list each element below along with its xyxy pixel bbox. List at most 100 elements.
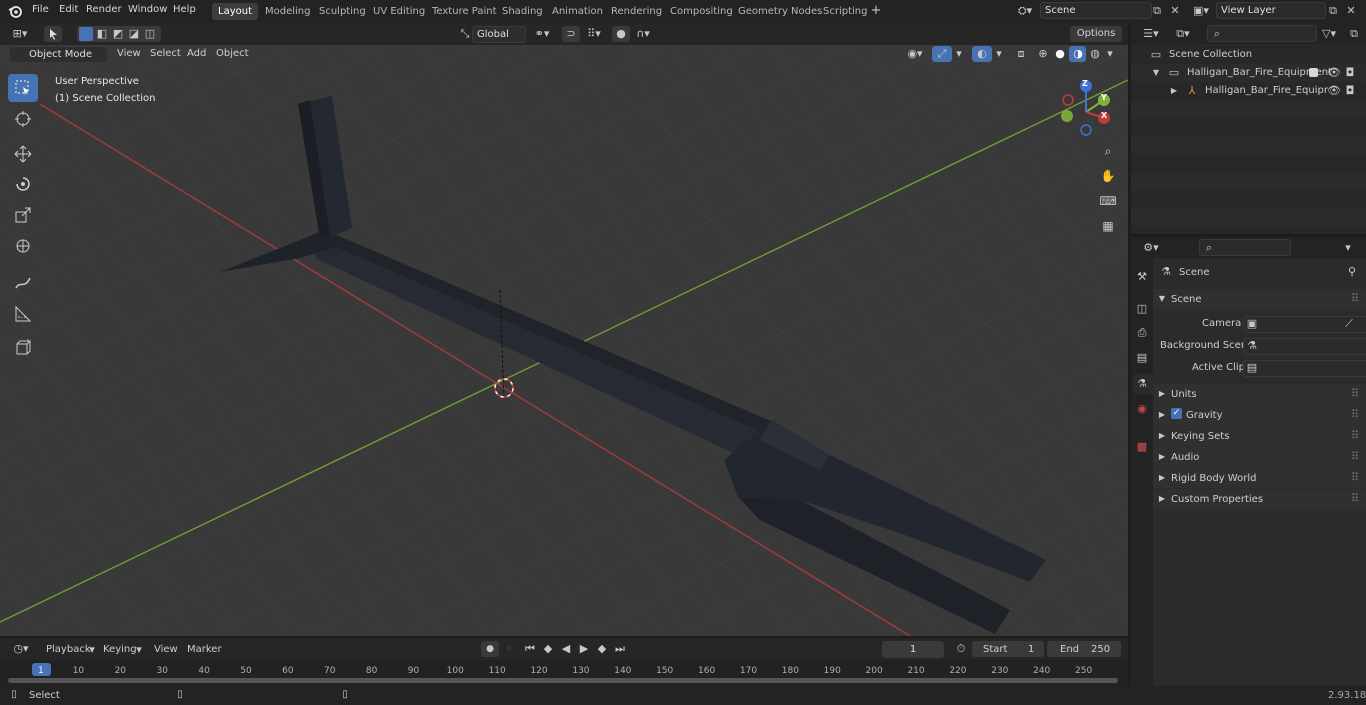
new-collection-icon[interactable]: ⧉ [1347, 27, 1361, 41]
menu-window[interactable]: Window [128, 4, 167, 15]
background-scene-field[interactable] [1243, 338, 1366, 355]
shading-rendered-icon[interactable]: ◍ [1088, 47, 1102, 61]
menu-timeline-view[interactable]: View [154, 644, 178, 655]
stopwatch-icon[interactable]: ⏱ [954, 642, 968, 656]
gravity-panel-header[interactable]: ▶ ✓ Gravity ⠿ [1153, 405, 1366, 425]
menu-render[interactable]: Render [86, 4, 122, 15]
scene-name-field[interactable]: Scene [1040, 2, 1152, 19]
select-mode-intersect-icon[interactable]: ◫ [143, 27, 157, 41]
output-tab-icon[interactable]: ⎙ [1135, 326, 1149, 340]
drag-handle-icon[interactable]: ⠿ [1349, 429, 1361, 443]
play-icon[interactable]: ▶ [576, 642, 592, 656]
properties-editor-type-icon[interactable]: ⚙▾ [1139, 241, 1163, 255]
delete-scene-icon[interactable]: ✕ [1168, 4, 1182, 18]
outliner-filter-icon[interactable]: ▽▾ [1317, 27, 1341, 41]
texture-tab-icon[interactable]: ▩ [1135, 440, 1149, 454]
gizmo-dropdown-icon[interactable]: ▾ [954, 47, 964, 61]
overlay-dropdown-icon[interactable]: ▾ [994, 47, 1004, 61]
tab-texture-paint[interactable]: Texture Paint [426, 3, 503, 20]
3d-viewport[interactable]: User Perspective (1) Scene Collection Z … [0, 44, 1128, 636]
select-mode-new-icon[interactable] [79, 27, 93, 41]
tab-scripting[interactable]: Scripting [817, 3, 873, 20]
tab-modeling[interactable]: Modeling [259, 3, 317, 20]
object-mode-select[interactable]: Object Mode [9, 46, 108, 63]
object-visibility-eye-icon[interactable]: 👁 [1327, 84, 1341, 98]
expand-collection-icon[interactable]: ▼ [1151, 66, 1161, 80]
outliner-row-scene-collection[interactable]: ▭ Scene Collection [1131, 46, 1366, 64]
timeline-editor-type-icon[interactable]: ◷▾ [8, 642, 34, 656]
select-mode-extend-icon[interactable]: ◧ [95, 27, 109, 41]
playback-dropdown-icon[interactable]: ▾ [87, 643, 97, 657]
shading-solid-icon[interactable]: ● [1053, 47, 1067, 61]
tab-geometry-nodes[interactable]: Geometry Nodes [732, 3, 828, 20]
scene-selector-icon[interactable]: ⛭▾ [1014, 4, 1036, 18]
menu-file[interactable]: File [32, 4, 49, 15]
view-layer-selector-icon[interactable]: ▣▾ [1190, 4, 1212, 18]
outliner-display-mode-icon[interactable]: ⧉▾ [1171, 27, 1195, 41]
falloff-icon[interactable]: ∩▾ [632, 27, 654, 41]
tab-shading[interactable]: Shading [496, 3, 549, 20]
menu-select[interactable]: Select [150, 48, 181, 59]
select-box-tool[interactable] [8, 74, 38, 102]
menu-add[interactable]: Add [187, 48, 206, 59]
collection-render-camera-icon[interactable]: ◘ [1343, 66, 1357, 80]
camera-view-icon[interactable]: ⌨ [1098, 194, 1118, 208]
shading-dropdown-icon[interactable]: ▾ [1105, 47, 1115, 61]
select-mode-invert-icon[interactable]: ◪ [127, 27, 141, 41]
transform-orientation-select[interactable]: Global [472, 26, 526, 43]
add-workspace-icon[interactable]: + [870, 4, 882, 18]
transform-tool[interactable] [8, 232, 38, 260]
perspective-toggle-icon[interactable]: ▦ [1098, 219, 1118, 233]
pin-icon[interactable]: ⚲ [1345, 265, 1359, 279]
keying-dropdown-icon[interactable]: ▾ [134, 643, 144, 657]
drag-handle-icon[interactable]: ⠿ [1349, 471, 1361, 485]
tab-compositing[interactable]: Compositing [664, 3, 739, 20]
options-button[interactable]: Options [1070, 26, 1122, 42]
drag-handle-icon[interactable]: ⠿ [1349, 450, 1361, 464]
keying-set-dropdown-icon[interactable]: ◦ [502, 642, 516, 656]
menu-edit[interactable]: Edit [59, 4, 78, 15]
select-mode-subtract-icon[interactable]: ◩ [111, 27, 125, 41]
outliner-editor-type-icon[interactable]: ☰▾ [1139, 27, 1163, 41]
collection-visibility-eye-icon[interactable]: 👁 [1327, 66, 1341, 80]
measure-tool[interactable] [8, 300, 38, 328]
menu-help[interactable]: Help [173, 4, 196, 15]
delete-view-layer-icon[interactable]: ✕ [1344, 4, 1358, 18]
drag-handle-icon[interactable]: ⠿ [1349, 292, 1361, 306]
tab-animation[interactable]: Animation [546, 3, 609, 20]
outliner-row-object[interactable]: ▶ ⅄ Halligan_Bar_Fire_Equipr 👁 ◘ [1131, 82, 1366, 100]
visibility-filter-icon[interactable]: ◉▾ [902, 47, 928, 61]
current-frame-field[interactable]: 1 [882, 641, 944, 658]
shading-wireframe-icon[interactable]: ⊕ [1036, 47, 1050, 61]
view-layer-field[interactable]: View Layer [1216, 2, 1326, 19]
scale-tool[interactable] [8, 201, 38, 229]
outliner-row-collection[interactable]: ▼ ▭ Halligan_Bar_Fire_Equipment 👁 ◘ [1131, 64, 1366, 82]
prev-keyframe-icon[interactable]: ◆ [540, 642, 556, 656]
transform-orientation-icon[interactable]: ⤡ [458, 27, 472, 41]
collection-exclude-checkbox[interactable] [1309, 68, 1318, 77]
menu-object[interactable]: Object [216, 48, 249, 59]
audio-panel-header[interactable]: ▶ Audio ⠿ [1153, 447, 1366, 467]
tab-rendering[interactable]: Rendering [605, 3, 668, 20]
pan-hand-icon[interactable]: ✋ [1098, 169, 1118, 183]
rigid-body-world-panel-header[interactable]: ▶ Rigid Body World ⠿ [1153, 468, 1366, 488]
outliner-search-input[interactable] [1207, 25, 1317, 42]
timeline-ruler[interactable]: 1 10 20 30 40 50 60 70 80 90 100 110 120 130 140 150 160… [0, 660, 1128, 686]
drag-handle-icon[interactable]: ⠿ [1349, 408, 1361, 422]
object-render-camera-icon[interactable]: ◘ [1343, 84, 1357, 98]
gravity-checkbox[interactable]: ✓ [1171, 408, 1182, 419]
blender-logo-icon[interactable] [8, 4, 23, 19]
tab-sculpting[interactable]: Sculpting [313, 3, 372, 20]
rotate-tool[interactable] [8, 170, 38, 198]
xray-toggle-icon[interactable]: ⧈ [1014, 47, 1028, 61]
render-tab-icon[interactable]: ◫ [1135, 302, 1149, 316]
menu-view[interactable]: View [117, 48, 141, 59]
world-tab-icon[interactable]: ◉ [1135, 402, 1149, 416]
pivot-point-icon[interactable]: ⚭▾ [530, 27, 554, 41]
next-keyframe-icon[interactable]: ◆ [594, 642, 610, 656]
units-panel-header[interactable]: ▶ Units ⠿ [1153, 384, 1366, 404]
add-cube-tool[interactable] [8, 334, 38, 362]
menu-keying[interactable]: Keying [103, 644, 137, 655]
view-layer-tab-icon[interactable]: ▤ [1135, 351, 1149, 365]
eyedropper-icon[interactable]: ⟋ [1343, 317, 1355, 331]
